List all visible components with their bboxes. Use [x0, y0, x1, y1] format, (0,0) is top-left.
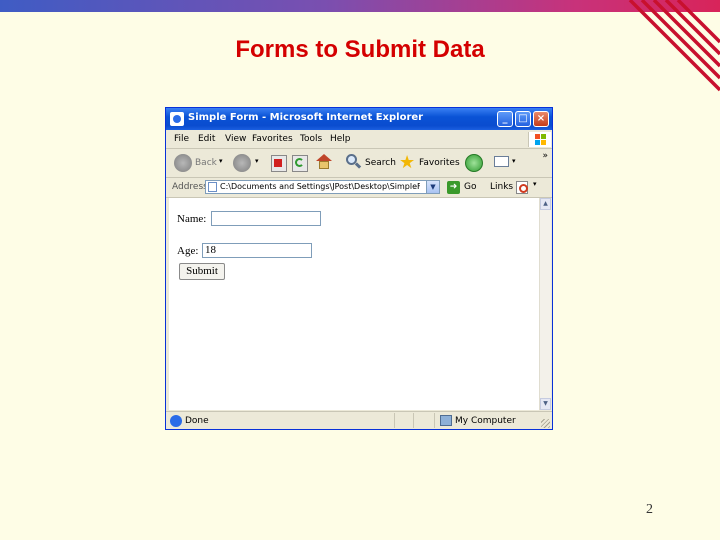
status-divider	[394, 413, 395, 428]
back-dropdown-icon[interactable]: ▾	[219, 157, 223, 165]
address-dropdown-icon[interactable]: ▼	[426, 181, 439, 193]
close-button[interactable]: ×	[533, 111, 549, 127]
minimize-button[interactable]: _	[497, 111, 513, 127]
favorites-star-icon[interactable]: ★	[399, 152, 415, 173]
forward-dropdown-icon[interactable]: ▾	[255, 157, 259, 165]
back-button[interactable]: Back	[195, 158, 217, 168]
favorites-button[interactable]: Favorites	[419, 158, 460, 168]
menu-help[interactable]: Help	[330, 134, 351, 144]
back-arrow-icon[interactable]	[174, 154, 192, 172]
media-icon[interactable]	[465, 154, 483, 172]
slide-title: Forms to Submit Data	[235, 36, 485, 63]
browser-window: Simple Form - Microsoft Internet Explore…	[165, 107, 553, 430]
refresh-icon[interactable]	[292, 155, 308, 172]
page-status-icon	[170, 415, 182, 427]
standard-toolbar: Back ▾ ▾ Search ★ Favorites ▾ »	[166, 149, 552, 178]
submit-button[interactable]: Submit	[179, 263, 225, 280]
window-title: Simple Form - Microsoft Internet Explore…	[188, 112, 424, 123]
window-title-bar[interactable]: Simple Form - Microsoft Internet Explore…	[166, 108, 552, 130]
my-computer-icon	[440, 415, 452, 426]
mail-dropdown-icon[interactable]: ▾	[512, 157, 516, 165]
menu-favorites[interactable]: Favorites	[252, 134, 293, 144]
links-button[interactable]: Links	[490, 182, 513, 192]
search-icon[interactable]	[346, 154, 362, 170]
search-button[interactable]: Search	[365, 158, 396, 168]
status-text: Done	[185, 416, 209, 426]
go-arrow-icon[interactable]: ➜	[447, 181, 460, 194]
address-value[interactable]: C:\Documents and Settings\JPost\Desktop\…	[220, 182, 420, 191]
status-divider	[413, 413, 414, 428]
vertical-scrollbar[interactable]: ▲ ▼	[539, 198, 551, 410]
status-bar: Done My Computer	[166, 411, 552, 430]
scroll-up-icon[interactable]: ▲	[540, 198, 551, 210]
slide-page-number: 2	[646, 502, 653, 517]
status-divider	[434, 413, 435, 428]
address-label: Address	[172, 182, 208, 192]
security-zone-text: My Computer	[455, 416, 516, 426]
windows-logo-icon	[528, 132, 551, 147]
name-input[interactable]	[211, 211, 321, 226]
menu-view[interactable]: View	[225, 134, 246, 144]
page-icon	[208, 182, 217, 192]
menu-file[interactable]: File	[174, 134, 189, 144]
ie-icon	[170, 112, 184, 126]
age-input[interactable]: 18	[202, 243, 312, 258]
age-label: Age:	[177, 245, 199, 257]
menu-bar: File Edit View Favorites Tools Help	[166, 131, 552, 149]
maximize-button[interactable]: □	[515, 111, 531, 127]
menu-tools[interactable]: Tools	[300, 134, 322, 144]
resize-grip-icon[interactable]	[541, 419, 550, 428]
links-page-icon[interactable]: ▾	[516, 180, 537, 195]
forward-arrow-icon[interactable]	[233, 154, 251, 172]
page-content: Name: Age: 18 Submit	[169, 198, 539, 410]
home-icon[interactable]	[316, 154, 332, 170]
address-bar: Address C:\Documents and Settings\JPost\…	[166, 178, 552, 198]
scroll-down-icon[interactable]: ▼	[540, 398, 551, 410]
name-label: Name:	[177, 213, 207, 225]
mail-icon[interactable]	[494, 156, 509, 167]
menu-edit[interactable]: Edit	[198, 134, 215, 144]
toolbar-chevron-icon[interactable]: »	[542, 151, 548, 161]
address-input[interactable]: C:\Documents and Settings\JPost\Desktop\…	[205, 180, 440, 194]
stop-icon[interactable]	[271, 155, 287, 172]
go-button[interactable]: Go	[464, 182, 476, 192]
